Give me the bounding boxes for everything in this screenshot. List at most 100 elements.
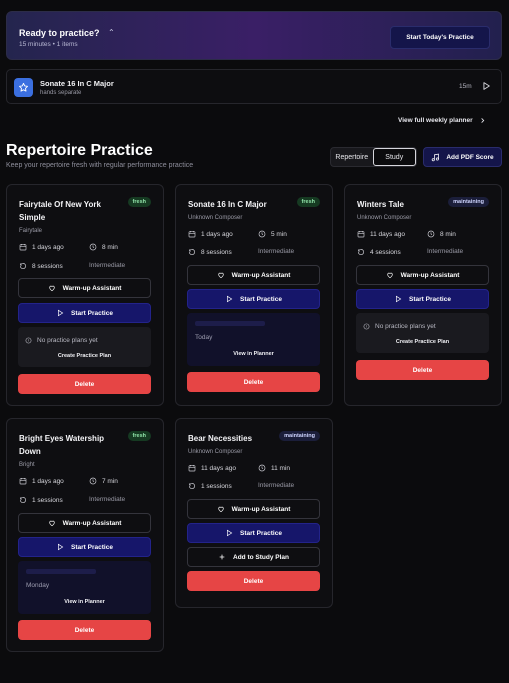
no-plans-message: No practice plans yet	[25, 337, 98, 344]
level-value: Intermediate	[427, 248, 464, 255]
piece-title: Bear Necessities	[188, 434, 253, 443]
play-icon[interactable]	[481, 81, 491, 91]
view-weekly-planner-link[interactable]: View full weekly planner	[398, 117, 486, 124]
create-practice-plan-button[interactable]: Create Practice Plan	[18, 353, 151, 359]
start-practice-button[interactable]: Start Practice	[356, 289, 489, 309]
plan-day: Monday	[26, 582, 50, 589]
duration-value: 5 min	[271, 230, 287, 238]
delete-button[interactable]: Delete	[356, 360, 489, 380]
clock-icon	[427, 230, 435, 238]
duration-value: 11 min	[271, 464, 291, 472]
heart-icon	[48, 285, 55, 292]
start-practice-button[interactable]: Start Practice	[18, 537, 151, 557]
session-count: 1 sessions	[19, 496, 63, 504]
start-practice-button[interactable]: Start Practice	[187, 523, 320, 543]
page-title: Repertoire Practice	[6, 142, 153, 159]
star-icon	[14, 78, 33, 97]
warmup-assistant-button[interactable]: Warm-up Assistant	[356, 265, 489, 285]
add-to-study-label: Add to Study Plan	[233, 553, 289, 561]
last-practiced-value: 1 days ago	[32, 243, 64, 251]
no-plans-message: No practice plans yet	[363, 323, 436, 330]
add-to-study-plan-button[interactable]: Add to Study Plan	[187, 547, 320, 567]
plus-icon	[219, 554, 225, 560]
skill-level: Intermediate	[89, 496, 125, 503]
level-value: Intermediate	[258, 482, 295, 489]
repertoire-card: Sonate 16 In C Major fresh Unknown Compo…	[175, 184, 333, 406]
session-count: 1 sessions	[188, 482, 232, 490]
warmup-label: Warm-up Assistant	[231, 505, 291, 513]
info-icon	[25, 337, 32, 344]
piece-title: Bright Eyes Watership Down	[19, 434, 105, 456]
piece-subtitle: Unknown Composer	[357, 215, 412, 221]
plan-placeholder	[195, 321, 265, 326]
practice-plan-panel: Monday View in Planner	[18, 561, 151, 614]
play-icon	[227, 529, 233, 537]
session-subtitle: hands separate	[40, 90, 82, 96]
heart-icon	[217, 272, 224, 279]
piece-subtitle: Bright	[19, 462, 35, 468]
last-practiced: 11 days ago	[188, 464, 236, 472]
warmup-label: Warm-up Assistant	[231, 271, 291, 279]
info-icon	[363, 323, 370, 330]
planner-link-label: View full weekly planner	[398, 117, 473, 124]
skill-level: Intermediate	[89, 262, 125, 269]
practice-duration: 7 min	[89, 477, 118, 485]
last-practiced-value: 11 days ago	[201, 464, 236, 472]
level-value: Intermediate	[89, 262, 126, 269]
piece-subtitle: Unknown Composer	[188, 449, 243, 455]
level-value: Intermediate	[89, 496, 126, 503]
chevron-right-icon	[480, 118, 484, 123]
view-in-planner-button[interactable]: View in Planner	[187, 351, 320, 357]
banner-subtitle: 15 minutes • 1 items	[19, 41, 78, 48]
start-practice-button[interactable]: Start Practice	[18, 303, 151, 323]
last-practiced: 1 days ago	[19, 477, 64, 485]
start-practice-label: Start Practice	[409, 295, 451, 303]
sessions-value: 1 sessions	[32, 496, 63, 504]
warmup-label: Warm-up Assistant	[62, 519, 122, 527]
level-value: Intermediate	[258, 248, 295, 255]
practice-plans-panel: No practice plans yet Create Practice Pl…	[18, 327, 151, 367]
plan-day: Today	[195, 334, 213, 341]
create-practice-plan-button[interactable]: Create Practice Plan	[356, 339, 489, 345]
chevron-up-icon[interactable]: ⌃	[108, 28, 115, 37]
practice-banner: Ready to practice? ⌃ 15 minutes • 1 item…	[6, 11, 502, 60]
no-plans-label: No practice plans yet	[37, 337, 98, 344]
tab-repertoire[interactable]: Repertoire	[331, 148, 373, 166]
piece-subtitle: Fairytale	[19, 228, 43, 234]
tab-study[interactable]: Study	[372, 148, 416, 166]
practice-duration: 11 min	[258, 464, 290, 472]
warmup-assistant-button[interactable]: Warm-up Assistant	[18, 513, 151, 533]
practice-duration: 5 min	[258, 230, 287, 238]
start-todays-practice-button[interactable]: Start Today's Practice	[390, 26, 490, 49]
warmup-assistant-button[interactable]: Warm-up Assistant	[187, 499, 320, 519]
duration-value: 7 min	[102, 477, 118, 485]
calendar-icon	[188, 231, 196, 238]
sessions-value: 8 sessions	[32, 262, 63, 270]
sessions-value: 8 sessions	[201, 248, 232, 256]
session-title: Sonate 16 In C Major	[40, 79, 114, 88]
calendar-icon	[188, 465, 196, 472]
add-pdf-score-button[interactable]: Add PDF Score	[423, 147, 502, 167]
delete-button[interactable]: Delete	[187, 372, 320, 392]
play-icon	[58, 309, 64, 317]
last-practiced-value: 1 days ago	[201, 230, 233, 238]
warmup-assistant-button[interactable]: Warm-up Assistant	[18, 278, 151, 298]
delete-button[interactable]: Delete	[187, 571, 320, 591]
add-pdf-label: Add PDF Score	[446, 153, 494, 161]
sessions-value: 4 sessions	[370, 248, 401, 256]
practice-plans-panel: No practice plans yet Create Practice Pl…	[356, 313, 489, 353]
session-count: 4 sessions	[357, 248, 401, 256]
start-practice-button[interactable]: Start Practice	[187, 289, 320, 309]
clock-icon	[258, 230, 266, 238]
delete-button[interactable]: Delete	[18, 374, 151, 394]
view-in-planner-button[interactable]: View in Planner	[18, 599, 151, 605]
calendar-icon	[19, 244, 27, 251]
play-icon	[396, 295, 402, 303]
warmup-assistant-button[interactable]: Warm-up Assistant	[187, 265, 320, 285]
practice-plan-panel: Today View in Planner	[187, 313, 320, 366]
status-badge: fresh	[127, 197, 151, 207]
planned-session-row[interactable]: Sonate 16 In C Major hands separate 15m	[6, 69, 502, 104]
delete-button[interactable]: Delete	[18, 620, 151, 640]
start-practice-label: Start Practice	[240, 295, 282, 303]
last-practiced: 11 days ago	[357, 230, 405, 238]
